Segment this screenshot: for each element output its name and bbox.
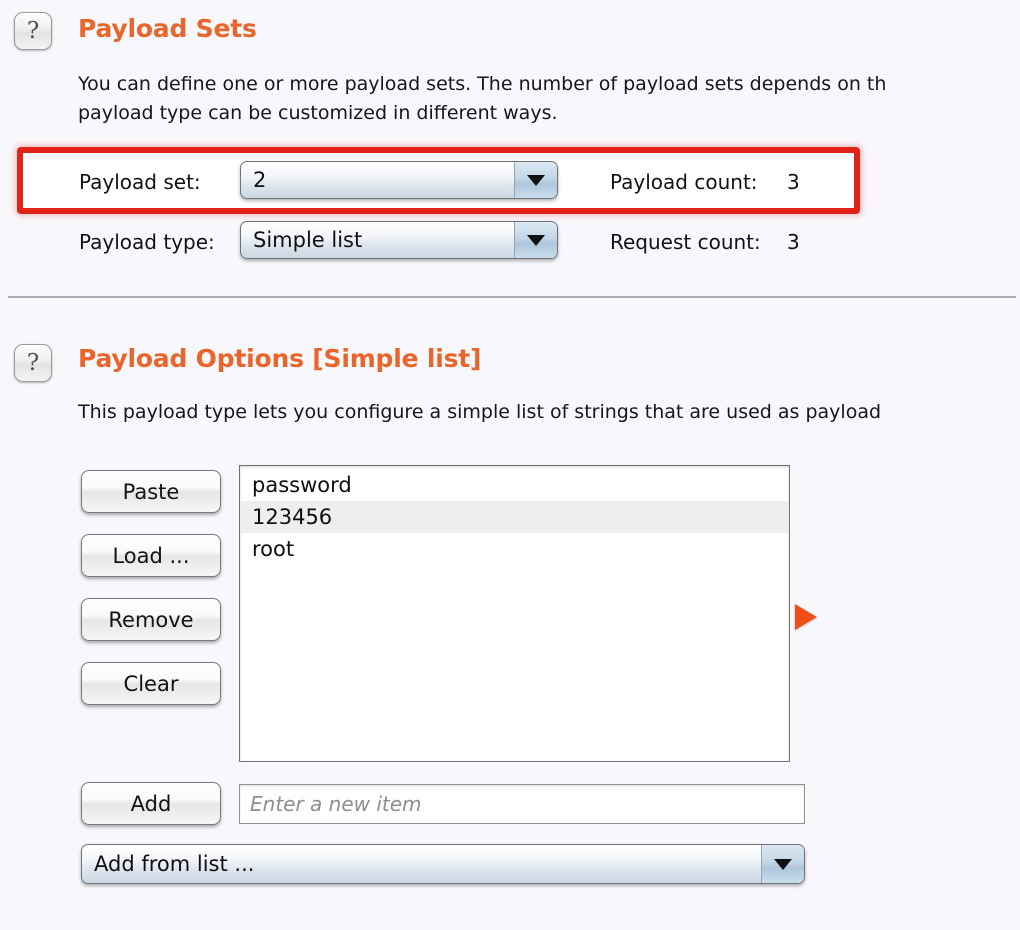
add-button[interactable]: Add	[81, 782, 221, 825]
clear-button[interactable]: Clear	[81, 662, 221, 705]
remove-button[interactable]: Remove	[81, 598, 221, 641]
request-count-label: Request count:	[610, 230, 761, 254]
payload-list[interactable]: password 123456 root	[239, 465, 790, 762]
new-item-placeholder: Enter a new item	[250, 792, 422, 816]
payload-set-dropdown[interactable]: 2	[240, 161, 558, 199]
payload-type-label: Payload type:	[79, 230, 215, 254]
request-count-value: 3	[787, 230, 800, 254]
payload-sets-section: ? Payload Sets You can define one or mor…	[0, 0, 1020, 296]
payload-options-title: Payload Options [Simple list]	[78, 344, 482, 373]
payload-sets-description-line-1: You can define one or more payload sets.…	[78, 73, 887, 95]
list-item[interactable]: password	[240, 469, 789, 501]
add-from-list-dropdown[interactable]: Add from list ...	[81, 844, 805, 884]
question-mark-icon[interactable]: ?	[14, 344, 52, 382]
load-button[interactable]: Load ...	[81, 534, 221, 577]
payload-type-dropdown[interactable]: Simple list	[240, 221, 558, 259]
list-item[interactable]: root	[240, 533, 789, 565]
new-item-input[interactable]: Enter a new item	[239, 784, 805, 824]
payload-type-value: Simple list	[253, 228, 363, 252]
paste-button[interactable]: Paste	[81, 470, 221, 513]
play-triangle-icon[interactable]	[795, 604, 817, 630]
chevron-down-icon[interactable]	[514, 222, 557, 258]
add-from-list-label: Add from list ...	[94, 852, 255, 876]
list-item[interactable]: 123456	[240, 501, 789, 533]
payload-sets-description-line-2: payload type can be customized in differ…	[78, 102, 558, 124]
chevron-down-icon[interactable]	[761, 845, 804, 883]
chevron-down-icon[interactable]	[514, 162, 557, 198]
payload-options-description: This payload type lets you configure a s…	[78, 401, 882, 423]
payload-count-label: Payload count:	[610, 170, 758, 194]
payload-set-value: 2	[253, 168, 267, 192]
payload-options-section: ? Payload Options [Simple list] This pay…	[0, 298, 1020, 930]
payload-count-value: 3	[787, 170, 800, 194]
question-mark-icon[interactable]: ?	[14, 12, 52, 50]
page-title: Payload Sets	[78, 14, 257, 43]
payload-set-label: Payload set:	[79, 170, 201, 194]
